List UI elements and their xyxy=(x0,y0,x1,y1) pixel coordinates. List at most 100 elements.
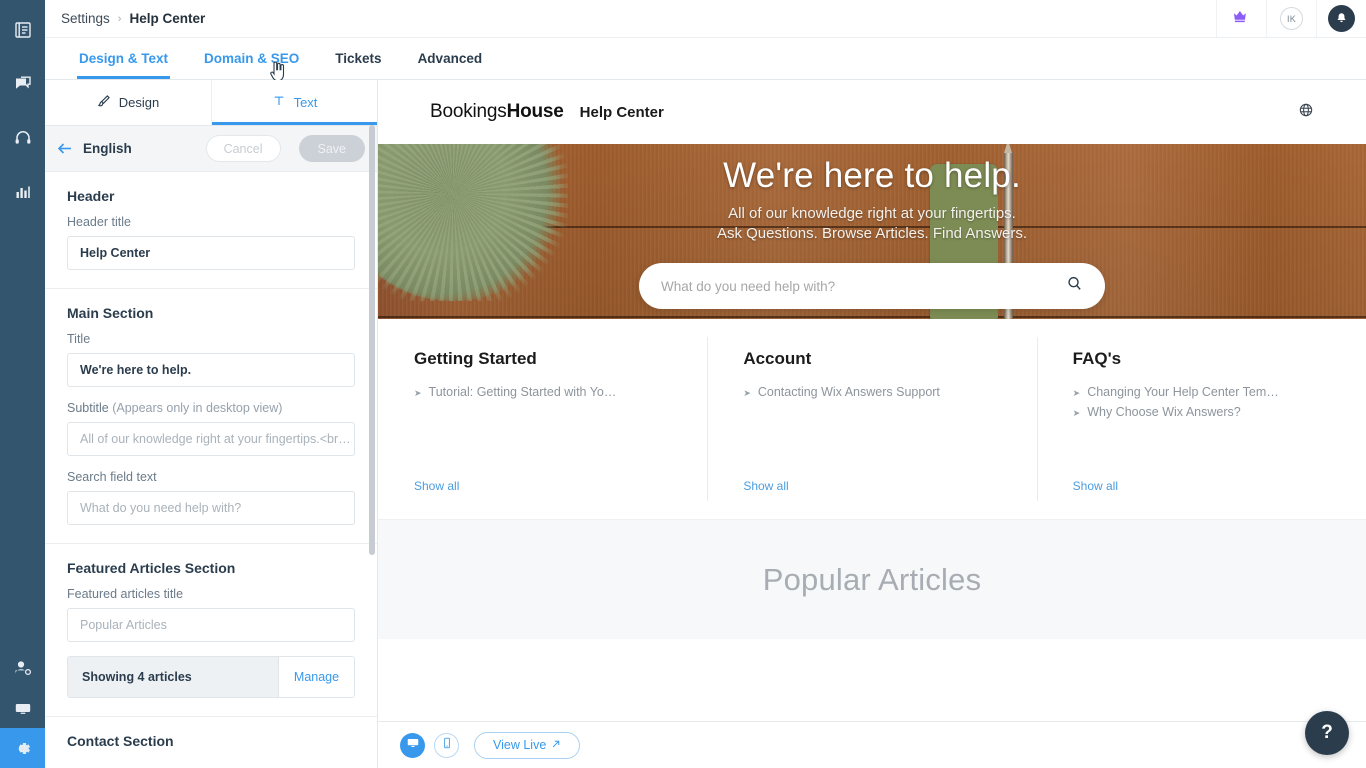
field-label-header-title: Header title xyxy=(67,215,131,229)
site-logo: BookingsHouse xyxy=(430,101,564,123)
headset-icon xyxy=(13,128,33,148)
section-title: Featured Articles Section xyxy=(67,560,236,576)
preview-site-header: BookingsHouse Help Center xyxy=(378,80,1366,144)
rail-item-settings[interactable] xyxy=(0,728,45,768)
chevron-right-icon: ➤ xyxy=(414,388,422,398)
hero-search-placeholder: What do you need help with? xyxy=(661,278,836,294)
hero-search-box[interactable]: What do you need help with? xyxy=(639,263,1105,309)
card-title: FAQ's xyxy=(1072,349,1122,368)
article-title: Contacting Wix Answers Support xyxy=(757,385,940,399)
hero-content: We're here to help. All of our knowledge… xyxy=(378,144,1366,319)
show-all-link[interactable]: Show all xyxy=(743,479,788,493)
list-item[interactable]: ➤ Contacting Wix Answers Support xyxy=(743,383,1000,403)
cancel-button[interactable]: Cancel xyxy=(205,135,281,162)
field-label-subtitle-text: Subtitle xyxy=(67,401,109,415)
segment-design[interactable]: Design xyxy=(45,80,211,125)
main-subtitle-input[interactable]: All of our knowledge right at your finge… xyxy=(67,422,355,456)
field-label-featured-articles-title: Featured articles title xyxy=(67,587,184,601)
header-title-input[interactable]: Help Center xyxy=(67,236,355,270)
tab-label: Domain & SEO xyxy=(204,51,300,66)
featured-articles-title-input[interactable]: Popular Articles xyxy=(67,608,355,642)
main-title-input[interactable]: We're here to help. xyxy=(67,353,355,387)
tab-design-and-text[interactable]: Design & Text xyxy=(61,38,186,79)
settings-tab-strip: Design & Text Domain & SEO Tickets Advan… xyxy=(45,38,1366,82)
account-avatar-button[interactable]: IK xyxy=(1266,0,1316,38)
rail-item-preview[interactable] xyxy=(0,688,45,728)
card-article-list: ➤ Changing Your Help Center Tem… ➤ Why C… xyxy=(1073,383,1330,423)
field-label-subtitle-note: (Appears only in desktop view) xyxy=(112,401,283,415)
list-item[interactable]: ➤ Why Choose Wix Answers? xyxy=(1073,403,1330,423)
help-button[interactable]: ? xyxy=(1305,711,1349,755)
rail-item-knowledge-base[interactable] xyxy=(0,10,45,50)
card-article-list: ➤ Contacting Wix Answers Support xyxy=(743,383,1000,403)
view-live-label: View Live xyxy=(493,738,547,752)
globe-icon[interactable] xyxy=(1298,102,1314,123)
breadcrumb: Settings › Help Center xyxy=(45,11,205,26)
category-card-getting-started: Getting Started ➤ Tutorial: Getting Star… xyxy=(378,319,707,519)
rail-bottom-group xyxy=(0,648,45,768)
article-title: Changing Your Help Center Tem… xyxy=(1087,385,1279,399)
panel-scrollbar[interactable] xyxy=(369,125,375,555)
arrow-left-icon[interactable] xyxy=(57,142,73,155)
popular-articles-section: Popular Articles xyxy=(378,519,1366,639)
mobile-view-button[interactable] xyxy=(434,732,459,758)
text-icon xyxy=(272,94,286,111)
article-title: Why Choose Wix Answers? xyxy=(1087,405,1241,419)
hero-subtitle-line-2: Ask Questions. Browse Articles. Find Ans… xyxy=(716,225,1028,242)
upgrade-button[interactable] xyxy=(1216,0,1266,38)
tab-advanced[interactable]: Advanced xyxy=(400,38,501,79)
view-live-button[interactable]: View Live xyxy=(474,731,581,759)
left-icon-rail xyxy=(0,0,45,768)
rail-item-reports[interactable] xyxy=(0,172,45,212)
save-button[interactable]: Save xyxy=(298,135,365,162)
card-title: Account xyxy=(743,349,812,368)
top-bar-actions: IK xyxy=(1216,0,1366,38)
section-contact: Contact Section xyxy=(45,717,377,768)
text-settings-panel: Design Text English Cancel Save Header H… xyxy=(45,80,378,768)
notifications-button[interactable] xyxy=(1316,0,1366,38)
rail-item-support[interactable] xyxy=(0,118,45,158)
segment-label: Design xyxy=(118,95,160,110)
card-title: Getting Started xyxy=(414,349,537,368)
category-card-faqs: FAQ's ➤ Changing Your Help Center Tem… ➤… xyxy=(1036,319,1366,519)
panel-scroll-area: Header Header title Help Center Main Sec… xyxy=(45,172,377,768)
chevron-right-icon: ➤ xyxy=(743,388,751,398)
site-title: Help Center xyxy=(579,103,664,121)
segment-text[interactable]: Text xyxy=(211,80,377,125)
field-label-title: Title xyxy=(67,332,91,346)
show-all-link[interactable]: Show all xyxy=(414,479,459,493)
language-bar: English Cancel Save xyxy=(45,126,377,172)
rail-item-tickets[interactable] xyxy=(0,64,45,104)
tab-domain-and-seo[interactable]: Domain & SEO xyxy=(186,38,317,79)
show-all-link[interactable]: Show all xyxy=(1073,479,1118,493)
rail-item-users[interactable] xyxy=(0,648,45,688)
hero-banner: We're here to help. All of our knowledge… xyxy=(378,144,1366,319)
question-mark-icon: ? xyxy=(1321,722,1333,743)
app-root: Settings › Help Center IK Design & Text … xyxy=(0,0,1366,768)
field-label-search-field-text: Search field text xyxy=(67,470,157,484)
tab-tickets[interactable]: Tickets xyxy=(317,38,399,79)
gear-icon xyxy=(12,738,33,759)
top-bar: Settings › Help Center IK xyxy=(45,0,1366,38)
language-label: English xyxy=(83,141,132,156)
breadcrumb-parent[interactable]: Settings xyxy=(61,11,110,26)
field-label-subtitle: Subtitle (Appears only in desktop view) xyxy=(67,401,355,415)
content-body: Design Text English Cancel Save Header H… xyxy=(45,80,1366,768)
mobile-icon xyxy=(440,736,454,755)
desktop-view-button[interactable] xyxy=(400,732,425,758)
book-icon xyxy=(13,20,33,40)
search-field-text-input[interactable]: What do you need help with? xyxy=(67,491,355,525)
manage-articles-button[interactable]: Manage xyxy=(278,657,354,697)
hero-title: We're here to help. xyxy=(723,156,1021,195)
section-main: Main Section Title We're here to help. S… xyxy=(45,289,377,544)
magnifier-icon[interactable] xyxy=(1066,275,1083,297)
save-label: Save xyxy=(317,141,347,156)
category-cards: Getting Started ➤ Tutorial: Getting Star… xyxy=(378,319,1366,519)
list-item[interactable]: ➤ Tutorial: Getting Started with Yo… xyxy=(414,383,671,403)
brush-icon xyxy=(97,94,111,111)
external-link-icon xyxy=(551,738,561,752)
breadcrumb-current: Help Center xyxy=(129,11,206,26)
bell-icon xyxy=(1328,5,1355,32)
list-item[interactable]: ➤ Changing Your Help Center Tem… xyxy=(1073,383,1330,403)
category-card-account: Account ➤ Contacting Wix Answers Support… xyxy=(707,319,1036,519)
